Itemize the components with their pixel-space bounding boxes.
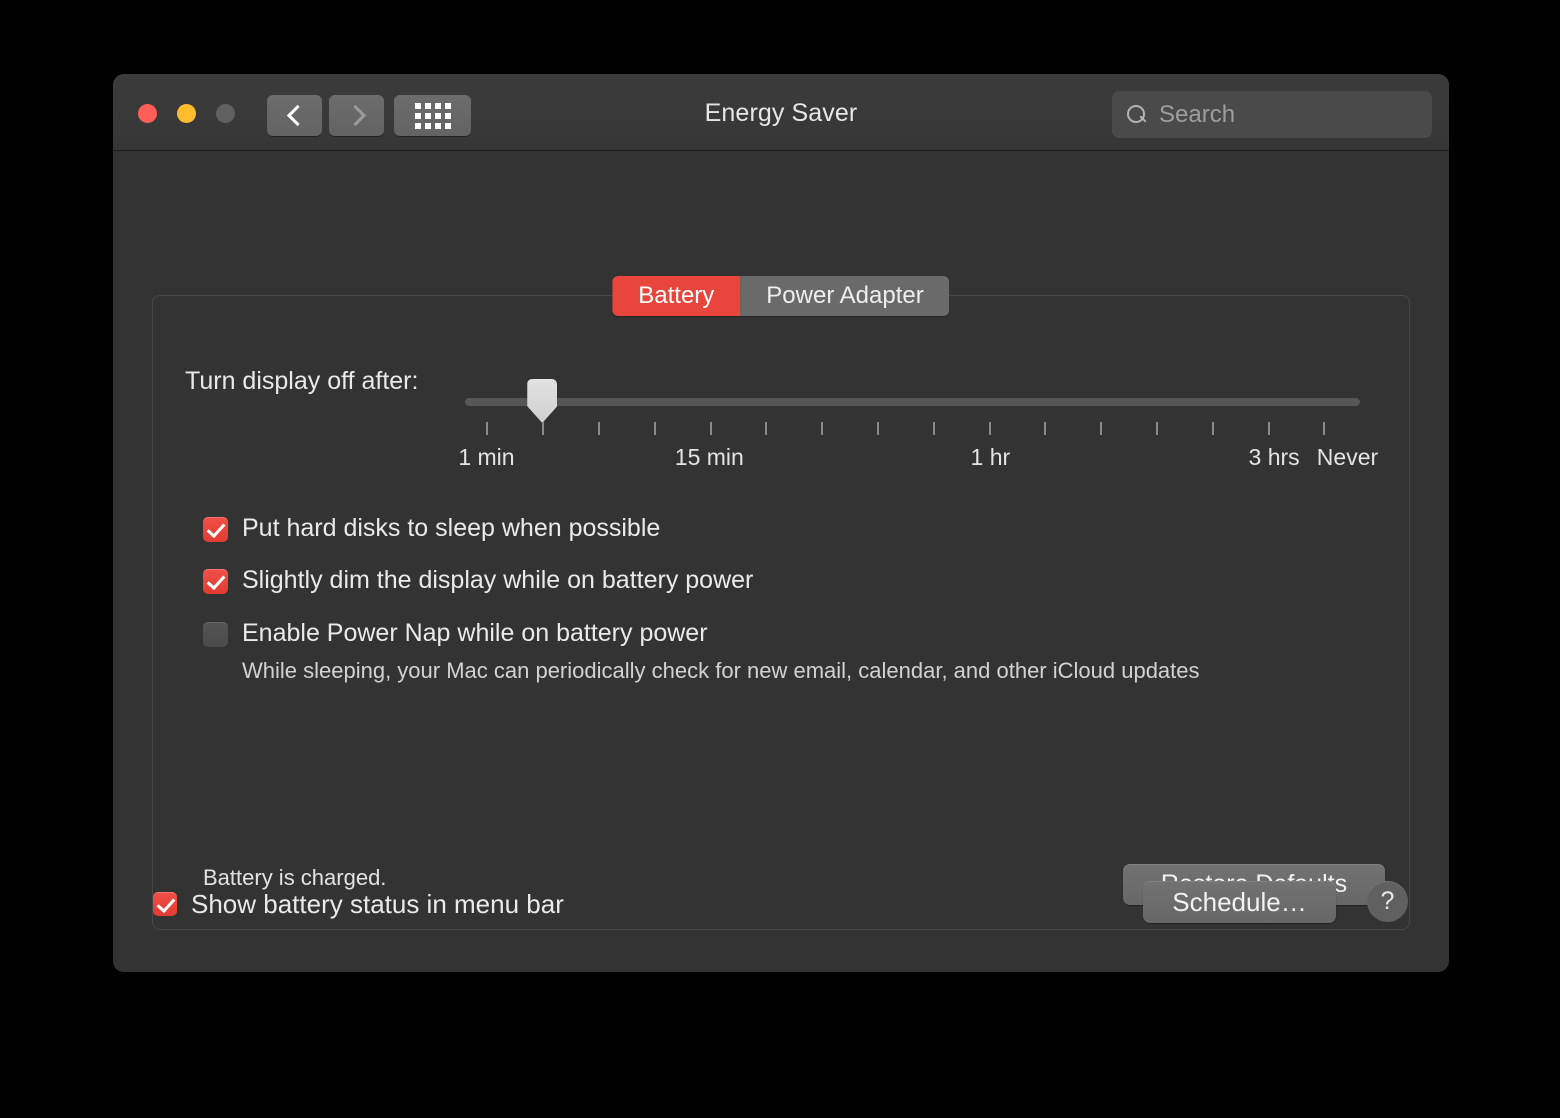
checkbox-group: Put hard disks to sleep when possible Sl… [203, 513, 1383, 704]
slider-tick-labels: 1 min15 min1 hr3 hrsNever [465, 444, 1360, 474]
slider-tick [1323, 422, 1325, 435]
checkbox-label-dim-display: Slightly dim the display while on batter… [242, 565, 753, 596]
slider-tick-label: Never [1317, 444, 1378, 471]
checkbox-hard-disks-sleep[interactable] [203, 517, 228, 542]
energy-saver-window: Energy Saver Search Turn display off aft… [113, 74, 1449, 972]
slider-tick [654, 422, 656, 435]
slider-tick [933, 422, 935, 435]
slider-thumb[interactable] [527, 379, 557, 423]
slider-tick [765, 422, 767, 435]
slider-ticks [465, 422, 1360, 436]
slider-tick-label: 1 hr [971, 444, 1011, 471]
schedule-button[interactable]: Schedule… [1143, 881, 1336, 923]
search-icon [1126, 104, 1148, 126]
slider-tick [598, 422, 600, 435]
checkbox-power-nap[interactable] [203, 622, 228, 647]
checkbox-dim-display[interactable] [203, 569, 228, 594]
checkbox-row-dim-display[interactable]: Slightly dim the display while on batter… [203, 565, 1383, 596]
tab-bar: Battery Power Adapter [612, 276, 949, 316]
slider-track[interactable] [465, 398, 1360, 406]
slider-label: Turn display off after: [185, 367, 418, 396]
slider-tick [1268, 422, 1270, 435]
checkbox-label-show-battery-status: Show battery status in menu bar [191, 888, 564, 921]
slider-tick [542, 422, 544, 435]
window-body: Turn display off after: 1 min15 min1 hr3… [113, 151, 1449, 972]
slider-tick [821, 422, 823, 435]
slider-tick [1156, 422, 1158, 435]
tab-battery[interactable]: Battery [612, 276, 740, 316]
slider-tick [1212, 422, 1214, 435]
slider-tick-label: 3 hrs [1249, 444, 1300, 471]
slider-tick-label: 15 min [675, 444, 744, 471]
bottom-bar: Show battery status in menu bar Schedule… [113, 869, 1449, 972]
checkbox-label-power-nap: Enable Power Nap while on battery power [242, 618, 708, 649]
slider-tick [1044, 422, 1046, 435]
slider-tick [877, 422, 879, 435]
slider-tick-label: 1 min [458, 444, 514, 471]
help-button[interactable]: ? [1367, 881, 1408, 922]
tab-power-adapter[interactable]: Power Adapter [740, 276, 949, 316]
slider-tick [486, 422, 488, 435]
checkbox-label-hard-disks-sleep: Put hard disks to sleep when possible [242, 513, 660, 544]
window-titlebar: Energy Saver Search [113, 74, 1449, 151]
slider-tick [989, 422, 991, 435]
slider-tick [1100, 422, 1102, 435]
slider-tick [710, 422, 712, 435]
display-sleep-slider[interactable]: 1 min15 min1 hr3 hrsNever [465, 362, 1360, 458]
settings-panel: Turn display off after: 1 min15 min1 hr3… [152, 295, 1410, 930]
power-nap-description: While sleeping, your Mac can periodicall… [242, 658, 1383, 684]
checkbox-row-power-nap[interactable]: Enable Power Nap while on battery power [203, 618, 1383, 649]
search-field[interactable]: Search [1112, 91, 1432, 138]
checkbox-row-show-battery-status[interactable]: Show battery status in menu bar [153, 888, 564, 921]
checkbox-row-hard-disks[interactable]: Put hard disks to sleep when possible [203, 513, 1383, 544]
search-placeholder: Search [1159, 101, 1235, 129]
checkbox-show-battery-status[interactable] [153, 892, 177, 916]
